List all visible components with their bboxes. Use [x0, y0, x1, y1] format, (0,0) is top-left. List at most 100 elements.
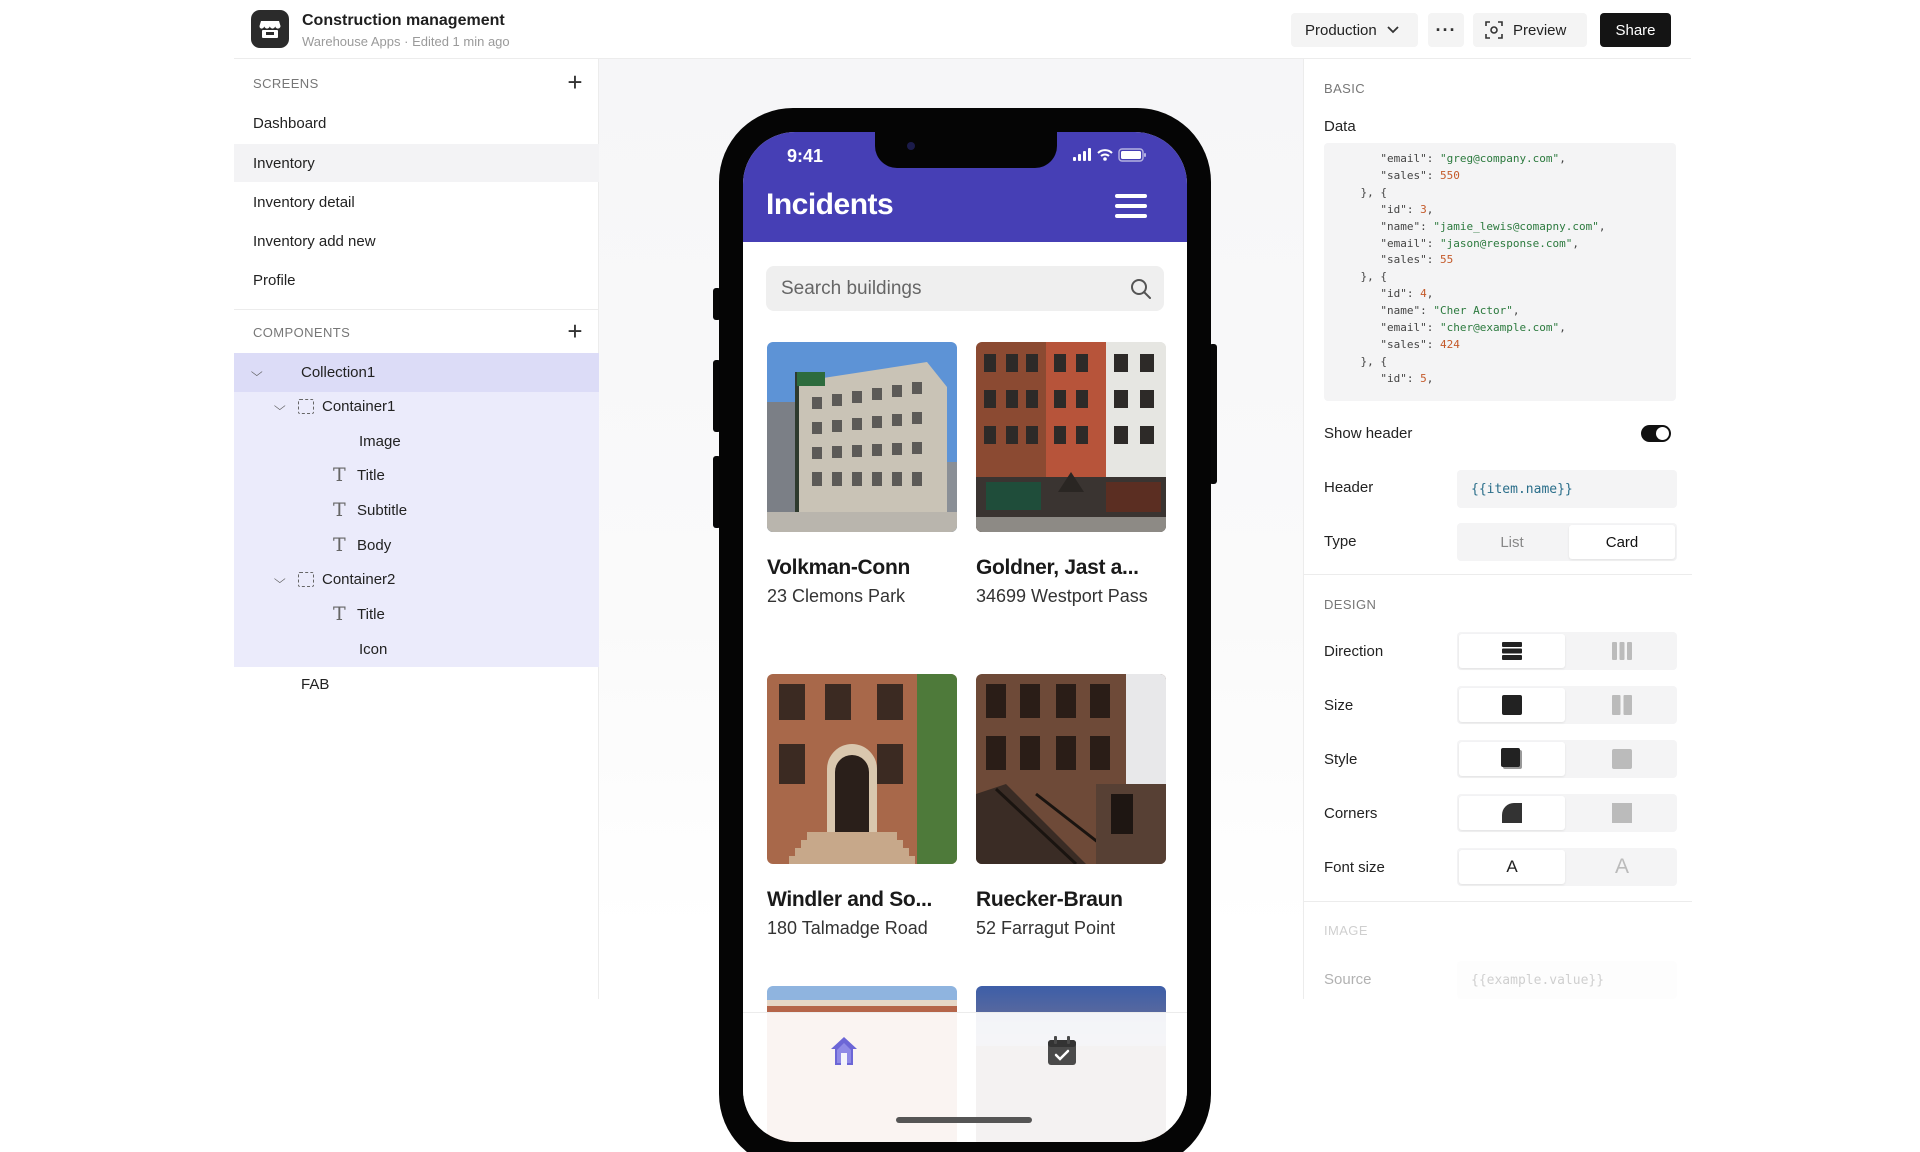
preview-label: Preview: [1513, 21, 1567, 39]
tree-item-collection1[interactable]: ⌵ Collection1: [251, 355, 376, 389]
tree-item-body[interactable]: T Body: [333, 528, 391, 562]
rows-icon: [1502, 642, 1522, 660]
text-icon: T: [333, 499, 346, 521]
basic-heading: BASIC: [1324, 81, 1366, 96]
screen-item-dashboard[interactable]: Dashboard: [234, 104, 599, 142]
size-label: Size: [1324, 697, 1354, 714]
building-image: [976, 674, 1166, 864]
type-option-list[interactable]: List: [1459, 525, 1565, 559]
components-heading: COMPONENTS +: [234, 312, 599, 352]
card-subtitle: 52 Farragut Point: [976, 918, 1116, 938]
corners-label: Corners: [1324, 805, 1378, 822]
screen-item-profile[interactable]: Profile: [234, 261, 599, 299]
tree-item-fab[interactable]: FAB: [301, 667, 329, 701]
phone-screen: 9:41 Incidents Search buildings Volkman-…: [743, 132, 1187, 1142]
tree-item-label: Collection1: [301, 363, 376, 381]
environment-label: Production: [1305, 21, 1377, 39]
corners-square-option[interactable]: [1569, 796, 1675, 830]
size-small-option[interactable]: [1569, 688, 1675, 722]
design-heading: DESIGN: [1324, 597, 1377, 612]
tree-item-subtitle[interactable]: T Subtitle: [333, 493, 407, 527]
tree-item-image[interactable]: Image: [359, 424, 401, 458]
more-options-button[interactable]: ···: [1428, 13, 1464, 47]
source-field[interactable]: {{example.value}}: [1457, 961, 1677, 999]
source-label: Source: [1324, 971, 1372, 988]
chevron-down-icon[interactable]: ⌵: [251, 365, 269, 380]
direction-label: Direction: [1324, 643, 1384, 660]
battery-icon: [1118, 148, 1146, 162]
building-card[interactable]: Windler and So... 180 Talmadge Road: [767, 674, 957, 941]
card-subtitle: 180 Talmadge Road: [767, 918, 928, 938]
app-title: Construction management: [302, 12, 505, 29]
style-filled-option[interactable]: [1459, 742, 1565, 776]
corners-selector: [1457, 794, 1677, 832]
share-button[interactable]: Share: [1600, 13, 1671, 47]
home-indicator[interactable]: [896, 1117, 1032, 1123]
screen-title: Incidents: [766, 188, 894, 221]
building-image: [767, 674, 957, 864]
tree-item-title[interactable]: T Title: [333, 597, 385, 631]
home-icon[interactable]: [829, 1035, 859, 1067]
add-component-icon[interactable]: +: [567, 318, 583, 344]
header-label: Header: [1324, 479, 1374, 496]
left-panel: SCREENS + Dashboard Inventory Inventory …: [234, 59, 599, 999]
screen-item-inventory-add-new[interactable]: Inventory add new: [234, 222, 599, 260]
text-icon: T: [333, 603, 346, 625]
card-subtitle: 23 Clemons Park: [767, 586, 906, 606]
size-large-option[interactable]: [1459, 688, 1565, 722]
phone-notch: [875, 132, 1057, 168]
chevron-down-icon[interactable]: ⌵: [274, 572, 292, 587]
tree-item-container2[interactable]: ⌵ Container2: [274, 562, 396, 596]
data-editor[interactable]: "email": "greg@company.com", "sales": 55…: [1324, 143, 1676, 401]
environment-dropdown[interactable]: Production: [1291, 13, 1418, 47]
direction-vertical-option[interactable]: [1459, 634, 1565, 668]
container-icon: [298, 398, 314, 414]
tree-item-icon[interactable]: Icon: [359, 632, 387, 666]
columns-icon: [1612, 642, 1632, 660]
screen-item-inventory-detail[interactable]: Inventory detail: [234, 183, 599, 221]
direction-horizontal-option[interactable]: [1569, 634, 1675, 668]
search-input[interactable]: Search buildings: [766, 266, 1164, 311]
header-field[interactable]: {{item.name}}: [1457, 470, 1677, 508]
image-heading: IMAGE: [1324, 923, 1368, 938]
screen-item-inventory[interactable]: Inventory: [234, 144, 599, 182]
menu-icon[interactable]: [1115, 194, 1147, 218]
corners-rounded-option[interactable]: [1459, 796, 1565, 830]
direction-selector: [1457, 632, 1677, 670]
chevron-down-icon: [1387, 26, 1399, 34]
search-icon[interactable]: [1130, 278, 1152, 300]
calendar-check-icon[interactable]: [1046, 1035, 1078, 1067]
screens-heading-label: SCREENS: [253, 75, 319, 91]
data-label: Data: [1324, 118, 1356, 135]
font-size-small-option[interactable]: A: [1459, 850, 1565, 884]
card-title: Goldner, Jast a...: [976, 556, 1139, 579]
tree-item-label: Subtitle: [357, 501, 408, 519]
tree-item-label: Icon: [359, 640, 388, 658]
text-icon: T: [333, 534, 346, 556]
style-outline-option[interactable]: [1569, 742, 1675, 776]
text-icon: T: [333, 464, 346, 486]
tree-item-label: Body: [357, 536, 392, 554]
card-title: Ruecker-Braun: [976, 888, 1123, 911]
add-screen-icon[interactable]: +: [567, 69, 583, 95]
filled-square-icon: [1501, 748, 1522, 769]
building-card[interactable]: Goldner, Jast a... 34699 Westport Pass: [976, 342, 1166, 609]
search-placeholder: Search buildings: [781, 277, 922, 299]
building-card[interactable]: Ruecker-Braun 52 Farragut Point: [976, 674, 1166, 941]
type-label: Type: [1324, 533, 1357, 550]
tree-item-title[interactable]: T Title: [333, 458, 385, 492]
app-logo[interactable]: [251, 10, 289, 48]
type-option-card[interactable]: Card: [1569, 525, 1675, 559]
header-field-value: {{item.name}}: [1471, 481, 1573, 497]
tree-item-label: Container2: [322, 570, 396, 588]
show-header-toggle[interactable]: [1641, 425, 1671, 442]
chevron-down-icon[interactable]: ⌵: [274, 399, 292, 414]
tree-item-label: FAB: [301, 675, 330, 693]
size-selector: [1457, 686, 1677, 724]
screens-heading: SCREENS +: [234, 63, 599, 103]
font-size-large-option[interactable]: A: [1569, 850, 1675, 884]
status-icons: [1073, 148, 1146, 162]
tree-item-container1[interactable]: ⌵ Container1: [274, 389, 395, 423]
building-card[interactable]: Volkman-Conn 23 Clemons Park: [767, 342, 957, 609]
preview-button[interactable]: Preview: [1473, 13, 1587, 47]
